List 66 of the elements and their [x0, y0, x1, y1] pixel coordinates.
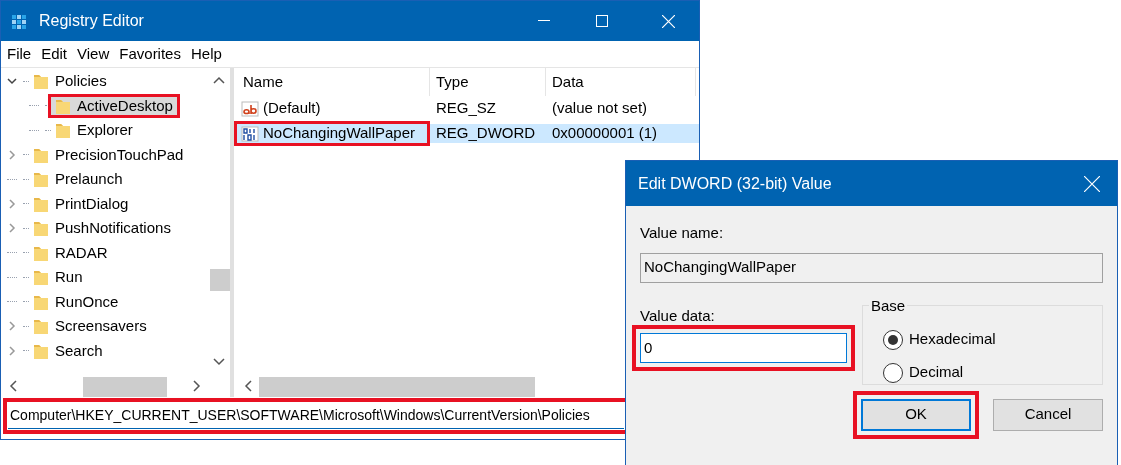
folder-icon: [33, 219, 49, 238]
column-header[interactable]: Type: [430, 68, 546, 96]
radio-label[interactable]: Decimal: [909, 361, 964, 384]
folder-icon: [33, 72, 49, 91]
window-title: Registry Editor: [39, 11, 144, 31]
folder-icon: [33, 317, 49, 336]
menu-item[interactable]: Help: [190, 42, 222, 66]
scroll-left-icon[interactable]: [9, 380, 17, 392]
tree-item[interactable]: Explorer: [51, 121, 137, 140]
scroll-left-icon[interactable]: [244, 380, 252, 392]
column-header[interactable]: Name: [237, 68, 430, 96]
tree-item[interactable]: PrecisionTouchPad: [29, 145, 188, 164]
dialog-button[interactable]: Cancel: [993, 398, 1103, 431]
value-name[interactable]: NoChangingWallPaper: [237, 124, 427, 143]
value-name[interactable]: (Default): [237, 99, 427, 118]
tree-item[interactable]: ActiveDesktop: [51, 96, 177, 115]
field-label: Value data:: [640, 305, 716, 326]
close-icon: [661, 14, 675, 28]
tree-item[interactable]: Search: [29, 341, 107, 360]
scroll-down-icon[interactable]: [213, 358, 225, 366]
scrollbar-thumb[interactable]: [83, 377, 167, 397]
menu-item[interactable]: File: [7, 42, 32, 66]
value-data: 0x00000001 (1): [546, 124, 699, 143]
value-data: (value not set): [551, 99, 649, 118]
value-name-field: NoChangingWallPaper: [640, 252, 1103, 283]
scrollbar-thumb[interactable]: [210, 269, 230, 291]
tree-item[interactable]: Prelaunch: [29, 170, 127, 189]
chevron-right-icon[interactable]: [6, 197, 18, 210]
scroll-right-icon[interactable]: [193, 380, 201, 392]
scroll-up-icon[interactable]: [213, 76, 225, 84]
minimize-icon: [538, 20, 550, 22]
radio-button[interactable]: [883, 362, 903, 383]
value-data-field[interactable]: 0: [640, 333, 847, 363]
chevron-right-icon[interactable]: [6, 320, 18, 333]
tree-item[interactable]: Run: [29, 268, 87, 287]
field-label: Value name:: [640, 223, 725, 243]
group-label: Base: [870, 295, 907, 316]
chevron-right-icon[interactable]: [6, 344, 18, 357]
chevron-right-icon[interactable]: [6, 148, 18, 161]
scrollbar-thumb[interactable]: [259, 377, 535, 397]
maximize-icon: [596, 15, 608, 27]
value-type: REG_DWORD: [430, 124, 546, 143]
registry-icon: [11, 12, 29, 30]
menu-item[interactable]: Favorites: [119, 42, 181, 66]
menu-item[interactable]: View: [77, 42, 110, 66]
column-header[interactable]: Data: [546, 68, 696, 96]
menu-item[interactable]: Edit: [41, 42, 68, 66]
tree-item[interactable]: PushNotifications: [29, 219, 175, 238]
close-icon: [1084, 175, 1100, 192]
tree-item[interactable]: Policies: [29, 72, 111, 91]
address-bar[interactable]: Computer\HKEY_CURRENT_USER\SOFTWARE\Microsoft\Windows\CurrentVersion\Policies: [8, 403, 624, 429]
tree-item[interactable]: RunOnce: [29, 292, 123, 311]
value-type: REG_SZ: [435, 99, 497, 118]
dialog-button[interactable]: OK: [861, 398, 971, 431]
folder-icon: [33, 268, 49, 287]
folder-icon: [33, 170, 49, 189]
radio-button[interactable]: [883, 329, 903, 350]
folder-icon: [55, 121, 71, 140]
radio-label[interactable]: Hexadecimal: [909, 328, 996, 351]
dialog-title: Edit DWORD (32-bit) Value: [638, 173, 832, 194]
string-value-icon: [241, 100, 259, 117]
tree-item[interactable]: PrintDialog: [29, 194, 133, 213]
tree-item[interactable]: Screensavers: [29, 317, 151, 336]
binary-value-icon: [241, 125, 259, 142]
chevron-right-icon[interactable]: [6, 222, 18, 235]
tree-item[interactable]: RADAR: [29, 243, 112, 262]
